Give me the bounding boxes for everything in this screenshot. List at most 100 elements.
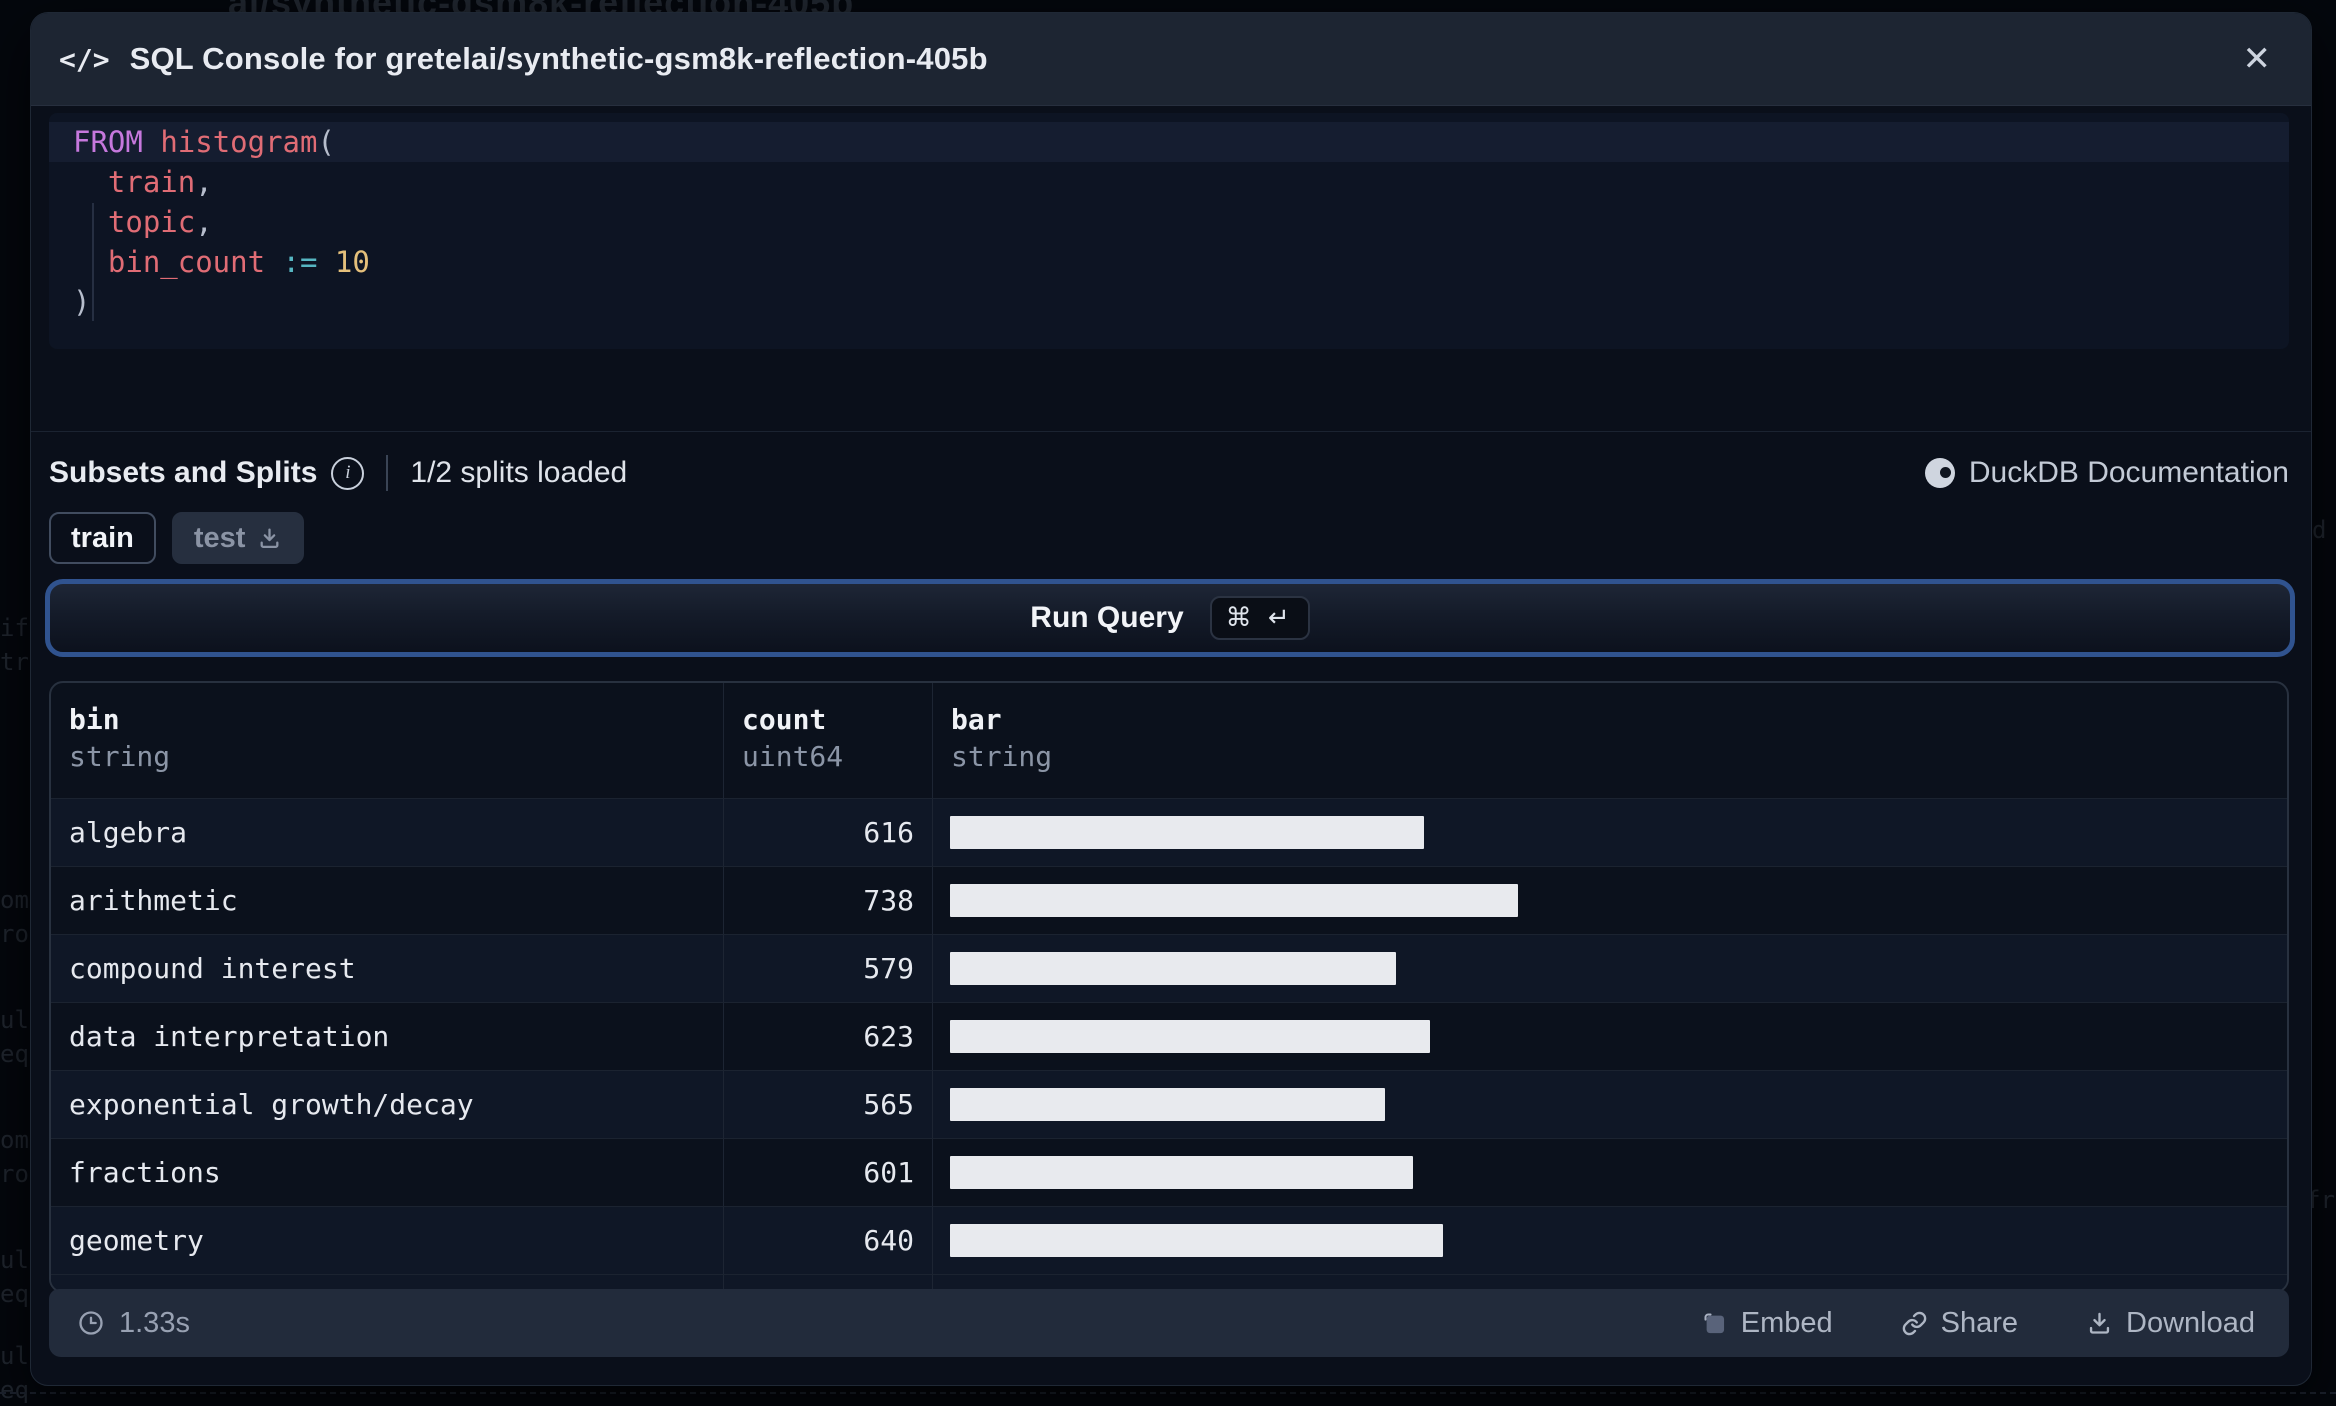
background-fragment: eq bbox=[0, 1280, 29, 1308]
code-line: FROM histogram( bbox=[49, 122, 2289, 162]
background-fragment: eq bbox=[0, 1040, 29, 1068]
bar-cell bbox=[932, 1071, 2287, 1138]
run-query-button[interactable]: Run Query ⌘ ↵ bbox=[45, 579, 2295, 657]
background-fragment: ul bbox=[0, 1246, 29, 1274]
code-line: ) bbox=[73, 285, 91, 319]
histogram-bar bbox=[950, 816, 1424, 849]
bin-cell: data interpretation bbox=[69, 1020, 390, 1053]
download-icon bbox=[260, 528, 279, 548]
bar-cell bbox=[932, 935, 2287, 1002]
embed-label: Embed bbox=[1740, 1306, 1833, 1339]
histogram-bar bbox=[950, 952, 1396, 985]
sql-editor[interactable]: FROM histogram( train, topic, bin_count … bbox=[49, 113, 2289, 349]
duckdb-documentation-link[interactable]: DuckDB Documentation bbox=[1924, 456, 2289, 490]
column-name: bin bbox=[69, 703, 120, 736]
download-label: Download bbox=[2126, 1306, 2255, 1339]
column-name: bar bbox=[951, 703, 1002, 736]
histogram-bar bbox=[950, 884, 1518, 917]
table-row[interactable]: exponential growth/decay 565 bbox=[51, 1070, 2287, 1138]
code-line: train, bbox=[107, 165, 213, 199]
code-line: topic, bbox=[107, 205, 213, 239]
divider bbox=[386, 455, 389, 491]
count-cell: 601 bbox=[723, 1139, 932, 1206]
results-table: bin string count uint64 bar string algeb… bbox=[49, 681, 2289, 1293]
run-query-label: Run Query bbox=[1030, 601, 1184, 634]
query-duration: 1.33s bbox=[77, 1307, 190, 1340]
column-name: count bbox=[742, 703, 827, 736]
bin-cell: exponential growth/decay bbox=[69, 1088, 474, 1121]
subsets-and-splits-row: Subsets and Splits i 1/2 splits loaded D… bbox=[49, 443, 2289, 503]
count-cell: 616 bbox=[723, 799, 932, 866]
bin-cell: arithmetic bbox=[69, 884, 238, 917]
embed-icon bbox=[1704, 1312, 1724, 1333]
bin-cell: compound interest bbox=[69, 952, 356, 985]
modal-title: SQL Console for gretelai/synthetic-gsm8k… bbox=[129, 41, 988, 76]
background-fragment: ro bbox=[0, 1160, 29, 1188]
info-icon[interactable]: i bbox=[331, 456, 365, 490]
count-cell: 623 bbox=[723, 1003, 932, 1070]
column-header-count[interactable]: count uint64 bbox=[723, 683, 932, 798]
background-fragment: om bbox=[0, 886, 29, 914]
background-fragment: om bbox=[0, 1126, 29, 1154]
background-fragment: tr bbox=[0, 648, 29, 676]
split-test-label: test bbox=[193, 521, 246, 554]
bar-cell bbox=[932, 799, 2287, 866]
sql-console-modal: </> SQL Console for gretelai/synthetic-g… bbox=[30, 12, 2312, 1386]
split-train-label: train bbox=[71, 521, 134, 554]
close-icon[interactable]: ✕ bbox=[2237, 36, 2278, 82]
subsets-title: Subsets and Splits bbox=[49, 456, 318, 489]
split-button-train[interactable]: train bbox=[49, 512, 156, 564]
background-fragment: ro bbox=[0, 920, 29, 948]
background-fragment: if bbox=[0, 614, 29, 642]
column-header-bar[interactable]: bar string bbox=[932, 683, 2287, 798]
background-dashed-divider bbox=[0, 1392, 2336, 1394]
bin-cell: geometry bbox=[69, 1224, 204, 1257]
count-cell: 738 bbox=[723, 867, 932, 934]
count-cell: 640 bbox=[723, 1207, 932, 1274]
splits-row: train test bbox=[49, 512, 305, 564]
share-link-icon bbox=[1902, 1311, 1926, 1335]
download-button[interactable]: Download bbox=[2080, 1306, 2261, 1341]
indent-guide bbox=[92, 203, 94, 321]
column-type: string bbox=[69, 740, 171, 773]
table-row[interactable]: data interpretation 623 bbox=[51, 1002, 2287, 1070]
table-row[interactable]: compound interest 579 bbox=[51, 934, 2287, 1002]
results-footer: 1.33s Embed Share Download bbox=[49, 1289, 2289, 1357]
embed-button[interactable]: Embed bbox=[1695, 1306, 1839, 1341]
section-divider bbox=[31, 431, 2311, 432]
share-label: Share bbox=[1940, 1306, 2019, 1339]
duckdb-documentation-label: DuckDB Documentation bbox=[1968, 456, 2289, 489]
bar-cell bbox=[932, 867, 2287, 934]
column-header-bin[interactable]: bin string bbox=[51, 683, 723, 798]
column-type: uint64 bbox=[742, 740, 844, 773]
split-button-test[interactable]: test bbox=[171, 512, 305, 564]
histogram-bar bbox=[950, 1224, 1443, 1257]
histogram-bar bbox=[950, 1020, 1430, 1053]
background-fragment: ul bbox=[0, 1342, 29, 1370]
background-fragment: ul bbox=[0, 1006, 29, 1034]
bar-cell bbox=[932, 1207, 2287, 1274]
table-row[interactable]: arithmetic 738 bbox=[51, 866, 2287, 934]
table-row[interactable]: fractions 601 bbox=[51, 1138, 2287, 1206]
count-cell: 565 bbox=[723, 1071, 932, 1138]
code-icon: </> bbox=[59, 42, 110, 76]
bin-cell: fractions bbox=[69, 1156, 221, 1189]
modal-header: </> SQL Console for gretelai/synthetic-g… bbox=[31, 13, 2311, 106]
table-header-row: bin string count uint64 bar string bbox=[51, 683, 2287, 798]
table-row[interactable]: geometry 640 bbox=[51, 1206, 2287, 1274]
bar-cell bbox=[932, 1003, 2287, 1070]
keyboard-shortcut-badge: ⌘ ↵ bbox=[1209, 596, 1310, 640]
bin-cell: algebra bbox=[69, 816, 188, 849]
table-row[interactable]: algebra 616 bbox=[51, 798, 2287, 866]
share-button[interactable]: Share bbox=[1895, 1306, 2024, 1341]
column-type: string bbox=[951, 740, 1053, 773]
bar-cell bbox=[932, 1139, 2287, 1206]
count-cell: 579 bbox=[723, 935, 932, 1002]
download-icon bbox=[2089, 1312, 2110, 1334]
histogram-bar bbox=[950, 1156, 1413, 1189]
clock-icon bbox=[79, 1311, 103, 1335]
histogram-bar bbox=[950, 1088, 1385, 1121]
background-fragment: d bbox=[2312, 516, 2327, 544]
duckdb-logo-icon bbox=[1924, 458, 1955, 488]
background-fragment: eq bbox=[0, 1376, 29, 1404]
